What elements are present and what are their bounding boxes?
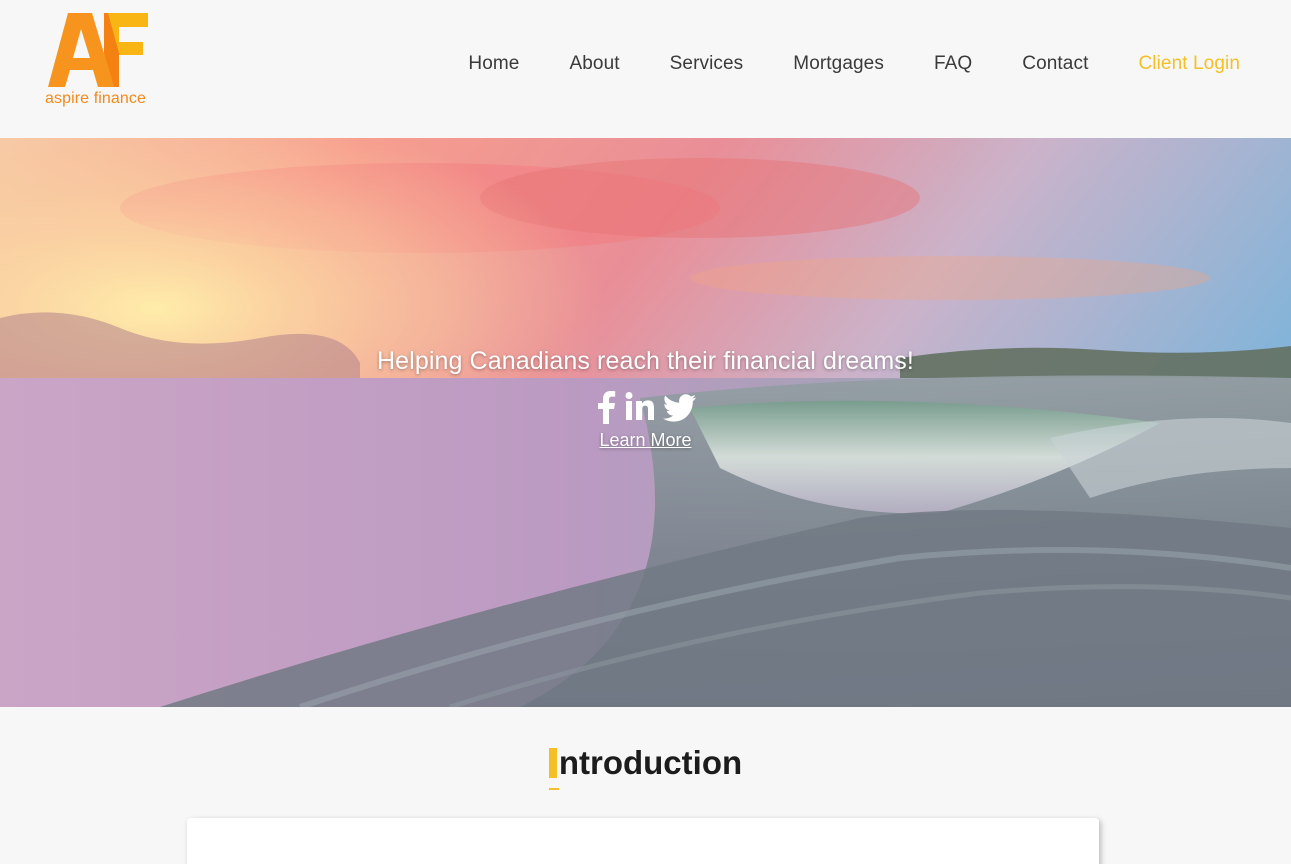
nav-mortgages[interactable]: Mortgages [793, 53, 884, 75]
facebook-icon [597, 391, 615, 424]
client-login-link[interactable]: Client Login [1138, 53, 1240, 75]
nav-faq[interactable]: FAQ [934, 53, 972, 75]
logo-text: aspire finance [45, 90, 147, 107]
heading-accent-bar [548, 748, 557, 778]
hero-banner: Helping Canadians reach their financial … [0, 138, 1291, 707]
main-nav: Home About Services Mortgages FAQ Contac… [468, 51, 1240, 77]
twitter-link[interactable] [662, 390, 697, 424]
linkedin-link[interactable] [625, 390, 655, 424]
heading-accent-underline [548, 788, 559, 790]
hero-content: Helping Canadians reach their financial … [0, 347, 1291, 451]
nav-services[interactable]: Services [670, 53, 744, 75]
hero-tagline: Helping Canadians reach their financial … [377, 347, 914, 375]
learn-more-link[interactable]: Learn More [599, 430, 691, 451]
nav-home[interactable]: Home [468, 53, 519, 75]
nav-contact[interactable]: Contact [1022, 53, 1088, 75]
nav-about[interactable]: About [569, 53, 619, 75]
social-links [0, 388, 1291, 426]
site-header: aspire finance Home About Services Mortg… [0, 0, 1291, 138]
facebook-link[interactable] [595, 390, 617, 424]
introduction-card [187, 818, 1099, 864]
introduction-heading: ntroduction [0, 744, 1291, 790]
introduction-heading-text: ntroduction [558, 744, 743, 781]
introduction-heading-wrap: ntroduction [548, 744, 743, 790]
logo-link[interactable]: aspire finance [44, 13, 150, 109]
twitter-icon [662, 394, 696, 422]
aspire-finance-logo-icon [48, 13, 148, 87]
linkedin-icon [625, 392, 654, 420]
